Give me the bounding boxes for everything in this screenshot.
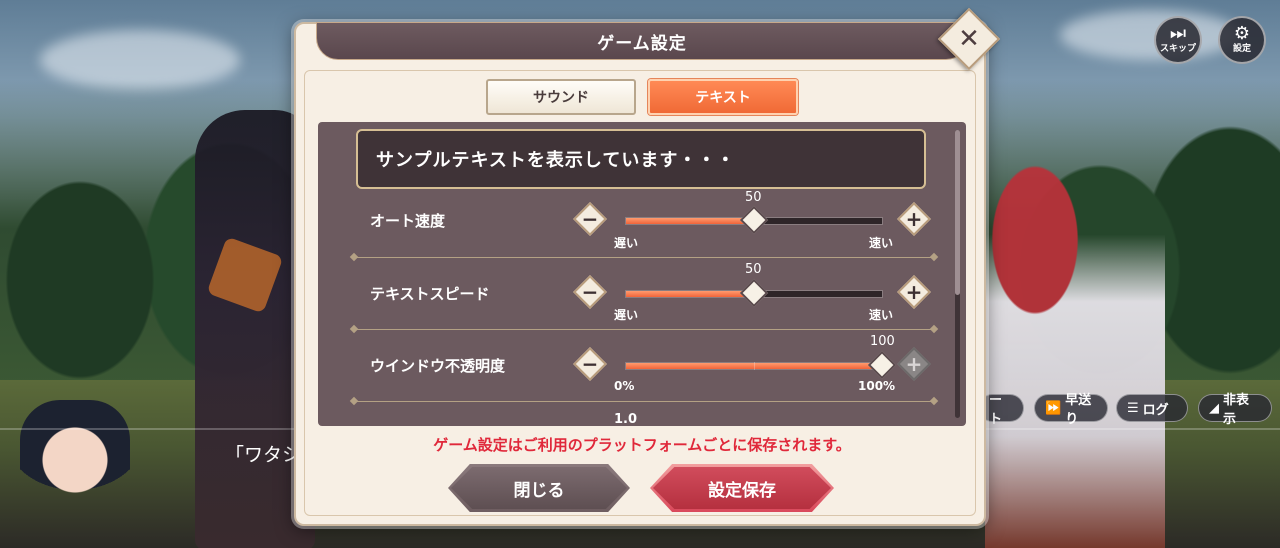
plus-icon: + <box>905 352 923 376</box>
slider-tick <box>754 362 755 370</box>
auto-label: ート <box>989 393 1003 427</box>
auto-speed-plus-button[interactable]: + <box>897 202 931 236</box>
window-opacity-minus-button[interactable]: − <box>573 347 607 381</box>
text-speed-plus-button[interactable]: + <box>897 275 931 309</box>
slider-fill <box>626 218 754 224</box>
auto-speed-slider[interactable] <box>625 205 883 235</box>
save-settings-button[interactable]: 設定保存 <box>650 464 834 512</box>
game-settings-dialog: ゲーム設定 サウンド テキスト サンプルテキストを表示しています・・・ オート速… <box>294 22 986 526</box>
panel-scrollbar[interactable] <box>955 130 960 418</box>
minus-icon: − <box>581 280 599 304</box>
text-speed-min-label: 遅い <box>614 308 639 322</box>
text-speed-slider[interactable] <box>625 278 883 308</box>
sample-text-box: サンプルテキストを表示しています・・・ <box>356 129 926 189</box>
cloud <box>1060 10 1240 60</box>
auto-speed-value: 50 <box>745 190 762 205</box>
character-sprite-right <box>985 100 1165 548</box>
tab-text[interactable]: テキスト <box>648 79 798 115</box>
window-opacity-max-label: 100% <box>858 379 896 393</box>
skip-button[interactable]: ⏭ スキップ <box>1154 16 1202 64</box>
window-opacity-label: ウインドウ不透明度 <box>370 357 506 375</box>
slider-fill <box>626 291 754 297</box>
sample-text: サンプルテキストを表示しています・・・ <box>376 150 736 171</box>
hide-window-button[interactable]: ◢ 非表示 <box>1198 393 1272 427</box>
close-button-label: 閉じる <box>513 480 565 501</box>
settings-button[interactable]: ⚙ 設定 <box>1218 16 1266 64</box>
log-label: ログ <box>1142 402 1169 418</box>
hide-label: 非表示 <box>1223 393 1250 427</box>
hide-icon: ◢ <box>1209 400 1219 416</box>
scrollbar-thumb[interactable] <box>955 130 960 295</box>
plus-icon: + <box>905 280 923 304</box>
tab-sound-label: サウンド <box>533 90 589 106</box>
close-button[interactable]: 閉じる <box>448 464 630 512</box>
save-settings-label: 設定保存 <box>708 480 776 501</box>
platform-save-notice: ゲーム設定はご利用のプラットフォームごとに保存されます。 <box>433 436 851 454</box>
minus-icon: − <box>581 207 599 231</box>
dialogue-text: 「ワタシ <box>225 444 302 466</box>
fast-forward-icon: ⏩ <box>1045 400 1062 416</box>
fast-forward-button[interactable]: ⏩ 早送り <box>1034 393 1108 427</box>
slider-knob[interactable] <box>739 205 769 235</box>
log-button[interactable]: ☰ ログ <box>1116 394 1188 422</box>
dialog-title: ゲーム設定 <box>597 33 687 54</box>
text-speed-value: 50 <box>745 262 762 277</box>
character-portrait-boy <box>20 400 130 548</box>
slider-knob[interactable] <box>739 278 769 308</box>
settings-label: 設定 <box>1232 44 1251 54</box>
text-settings-panel: サンプルテキストを表示しています・・・ オート速度 50 − + 遅い 速い テ… <box>318 122 966 426</box>
next-setting-value: 1.0 <box>614 412 638 426</box>
window-opacity-value: 100 <box>870 334 895 349</box>
window-opacity-slider[interactable] <box>625 350 897 380</box>
tab-text-label: テキスト <box>695 90 751 106</box>
plus-icon: + <box>905 207 923 231</box>
text-speed-max-label: 速い <box>869 308 894 322</box>
row-divider <box>354 257 934 258</box>
auto-speed-minus-button[interactable]: − <box>573 202 607 236</box>
fast-forward-label: 早送り <box>1065 393 1092 427</box>
skip-label: スキップ <box>1159 44 1196 54</box>
window-opacity-min-label: 0% <box>614 379 635 393</box>
text-speed-label: テキストスピード <box>370 285 490 303</box>
slider-knob[interactable] <box>867 350 897 380</box>
auto-speed-label: オート速度 <box>370 212 446 230</box>
tab-sound[interactable]: サウンド <box>486 79 636 115</box>
auto-speed-min-label: 遅い <box>614 236 639 250</box>
gear-icon: ⚙ <box>1233 23 1251 44</box>
row-divider <box>354 401 934 402</box>
list-icon: ☰ <box>1127 400 1139 416</box>
minus-icon: − <box>581 352 599 376</box>
dialog-titlebar: ゲーム設定 <box>316 22 968 60</box>
skip-icon: ⏭ <box>1169 23 1187 44</box>
auto-speed-max-label: 速い <box>869 236 894 250</box>
row-divider <box>354 329 934 330</box>
window-opacity-plus-button[interactable]: + <box>897 347 931 381</box>
close-icon[interactable]: ✕ <box>947 17 991 61</box>
text-speed-minus-button[interactable]: − <box>573 275 607 309</box>
